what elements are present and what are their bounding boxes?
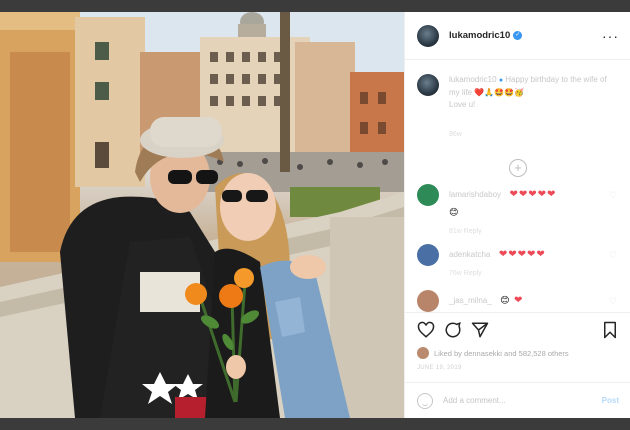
comment-like-heart-icon[interactable]: ♡	[609, 250, 617, 261]
liker-avatar	[417, 347, 429, 359]
header-username-wrap[interactable]: lukamodric10 ✓	[449, 30, 523, 41]
post-comment-button[interactable]: Post	[602, 396, 619, 405]
add-comment-bar: Post	[405, 382, 630, 418]
post-actions: Liked by dennasekki and 582,528 others J…	[405, 312, 630, 382]
verified-badge-icon: ✓	[513, 30, 523, 40]
comment-username[interactable]: _jas_milna_	[449, 296, 492, 305]
caption-time: 86w	[449, 131, 462, 138]
comment-hearts: ❤	[514, 295, 524, 306]
instagram-post: lukamodric10 ✓ ··· lukamodric10 ● Happy b…	[0, 12, 630, 418]
caption-emojis: ❤️🙏🤩🤩🥳	[474, 88, 525, 97]
likes-summary[interactable]: Liked by dennasekki and 582,528 others	[417, 347, 619, 359]
comment-username[interactable]: lamarishdaboy	[449, 190, 501, 199]
comment-item: _jas_milna_ 😊 ❤ ♡	[417, 290, 621, 312]
comment-username[interactable]: adenkatcha	[449, 250, 490, 259]
caption-text-end: Love u!	[449, 100, 476, 109]
header-avatar[interactable]	[417, 24, 439, 47]
post-date: JUNE 19, 2019	[417, 365, 462, 371]
header-username[interactable]: lukamodric10	[449, 30, 510, 41]
comments-section[interactable]: lukamodric10 ● Happy birthday to the wif…	[405, 60, 630, 312]
comment-like-heart-icon[interactable]: ♡	[609, 296, 617, 307]
comment-item: adenkatcha ❤❤❤❤❤ 76w Reply ♡	[417, 244, 621, 277]
comment-like-heart-icon[interactable]: ♡	[609, 190, 617, 201]
comment-hearts: ❤❤❤❤❤	[509, 189, 557, 200]
post-photo[interactable]	[0, 12, 404, 418]
post-caption: lukamodric10 ● Happy birthday to the wif…	[405, 60, 630, 141]
comment-avatar[interactable]	[417, 244, 439, 266]
comment-input[interactable]	[443, 396, 583, 405]
likes-text[interactable]: Liked by dennasekki and 582,528 others	[434, 349, 569, 358]
comment-item: lamarishdaboy ❤❤❤❤❤ 😊 81w Reply ♡	[417, 184, 621, 235]
smiley-icon[interactable]	[417, 392, 433, 409]
bookmark-icon[interactable]	[601, 321, 619, 339]
action-icons-row	[417, 321, 619, 339]
comment-avatar[interactable]	[417, 290, 439, 312]
comment-emoji: 😊	[449, 207, 459, 217]
heart-icon[interactable]	[417, 321, 435, 339]
caption-text-block: lukamodric10 ● Happy birthday to the wif…	[449, 74, 619, 111]
post-side-panel: lukamodric10 ✓ ··· lukamodric10 ● Happy b…	[404, 12, 630, 418]
more-options-icon[interactable]: ···	[602, 28, 619, 44]
post-header: lukamodric10 ✓ ···	[405, 12, 630, 60]
comment-meta[interactable]: 76w Reply	[449, 270, 609, 277]
photo-illustration	[0, 12, 404, 418]
comment-avatar[interactable]	[417, 184, 439, 206]
comment-meta[interactable]: 81w Reply	[449, 228, 609, 235]
caption-verified-icon: ●	[498, 77, 504, 84]
caption-username[interactable]: lukamodric10	[449, 75, 497, 84]
comment-icon[interactable]	[444, 321, 462, 339]
caption-avatar[interactable]	[417, 74, 439, 96]
comment-hearts: ❤❤❤❤❤	[498, 249, 546, 260]
comment-emoji: 😊	[500, 295, 510, 305]
share-icon[interactable]	[471, 321, 489, 339]
load-more-comments-icon[interactable]: +	[509, 159, 527, 177]
